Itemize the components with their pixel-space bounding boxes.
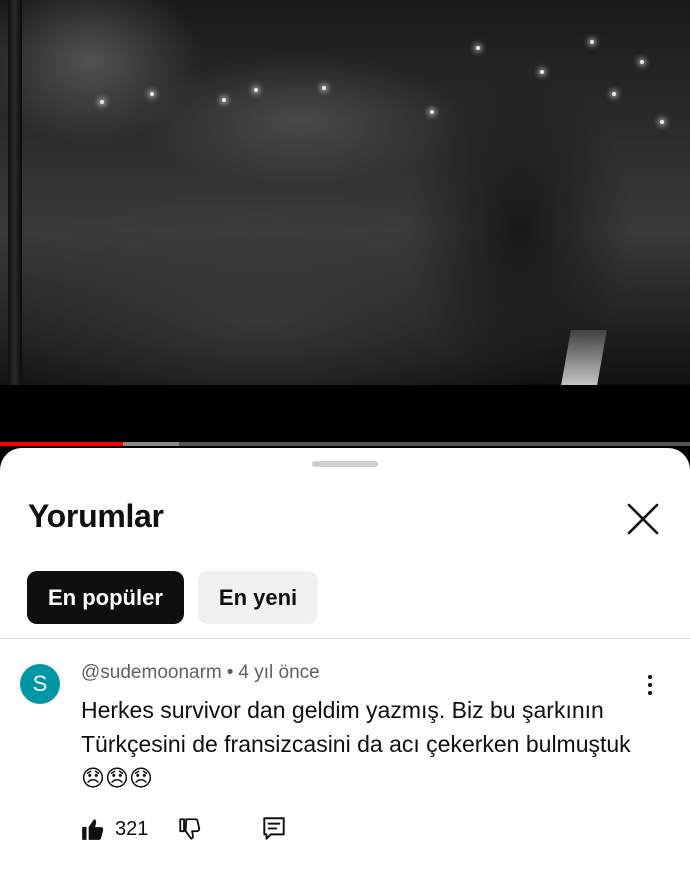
comment-text: Herkes survivor dan geldim yazmış. Biz b…: [81, 697, 631, 791]
video-progress-bar[interactable]: [0, 442, 690, 446]
chip-top-comments[interactable]: En popüler: [27, 571, 184, 624]
comments-sheet: Yorumlar En popüler En yeni S @sudemoona…: [0, 448, 690, 881]
close-icon: [627, 503, 659, 535]
comment-author[interactable]: @sudemoonarm: [81, 662, 222, 683]
close-button[interactable]: [622, 498, 664, 540]
sheet-drag-handle[interactable]: [312, 461, 378, 467]
chip-newest-first[interactable]: En yeni: [197, 571, 319, 624]
comment-meta: @sudemoonarm • 4 yıl önce: [81, 662, 320, 684]
more-vert-icon: [648, 675, 652, 695]
avatar[interactable]: S: [20, 664, 60, 704]
like-count: 321: [115, 817, 149, 840]
sort-chips: En popüler En yeni: [27, 571, 319, 624]
comment-time: 4 yıl önce: [238, 662, 320, 683]
like-button[interactable]: 321: [80, 816, 148, 842]
reply-button[interactable]: [261, 815, 287, 843]
meta-separator: •: [226, 662, 234, 683]
dislike-button[interactable]: [177, 816, 203, 842]
video-player[interactable]: [0, 0, 690, 447]
comments-title: Yorumlar: [28, 498, 164, 534]
video-progress-played: [0, 442, 123, 446]
dislike-icon: [179, 818, 201, 840]
like-icon: [82, 819, 104, 840]
divider: [0, 638, 690, 639]
reply-icon: [263, 817, 286, 840]
video-scene-post: [8, 0, 22, 385]
video-scene-highlight: [561, 330, 607, 385]
comment-actions: 321: [80, 815, 287, 843]
video-frame[interactable]: [0, 0, 690, 385]
